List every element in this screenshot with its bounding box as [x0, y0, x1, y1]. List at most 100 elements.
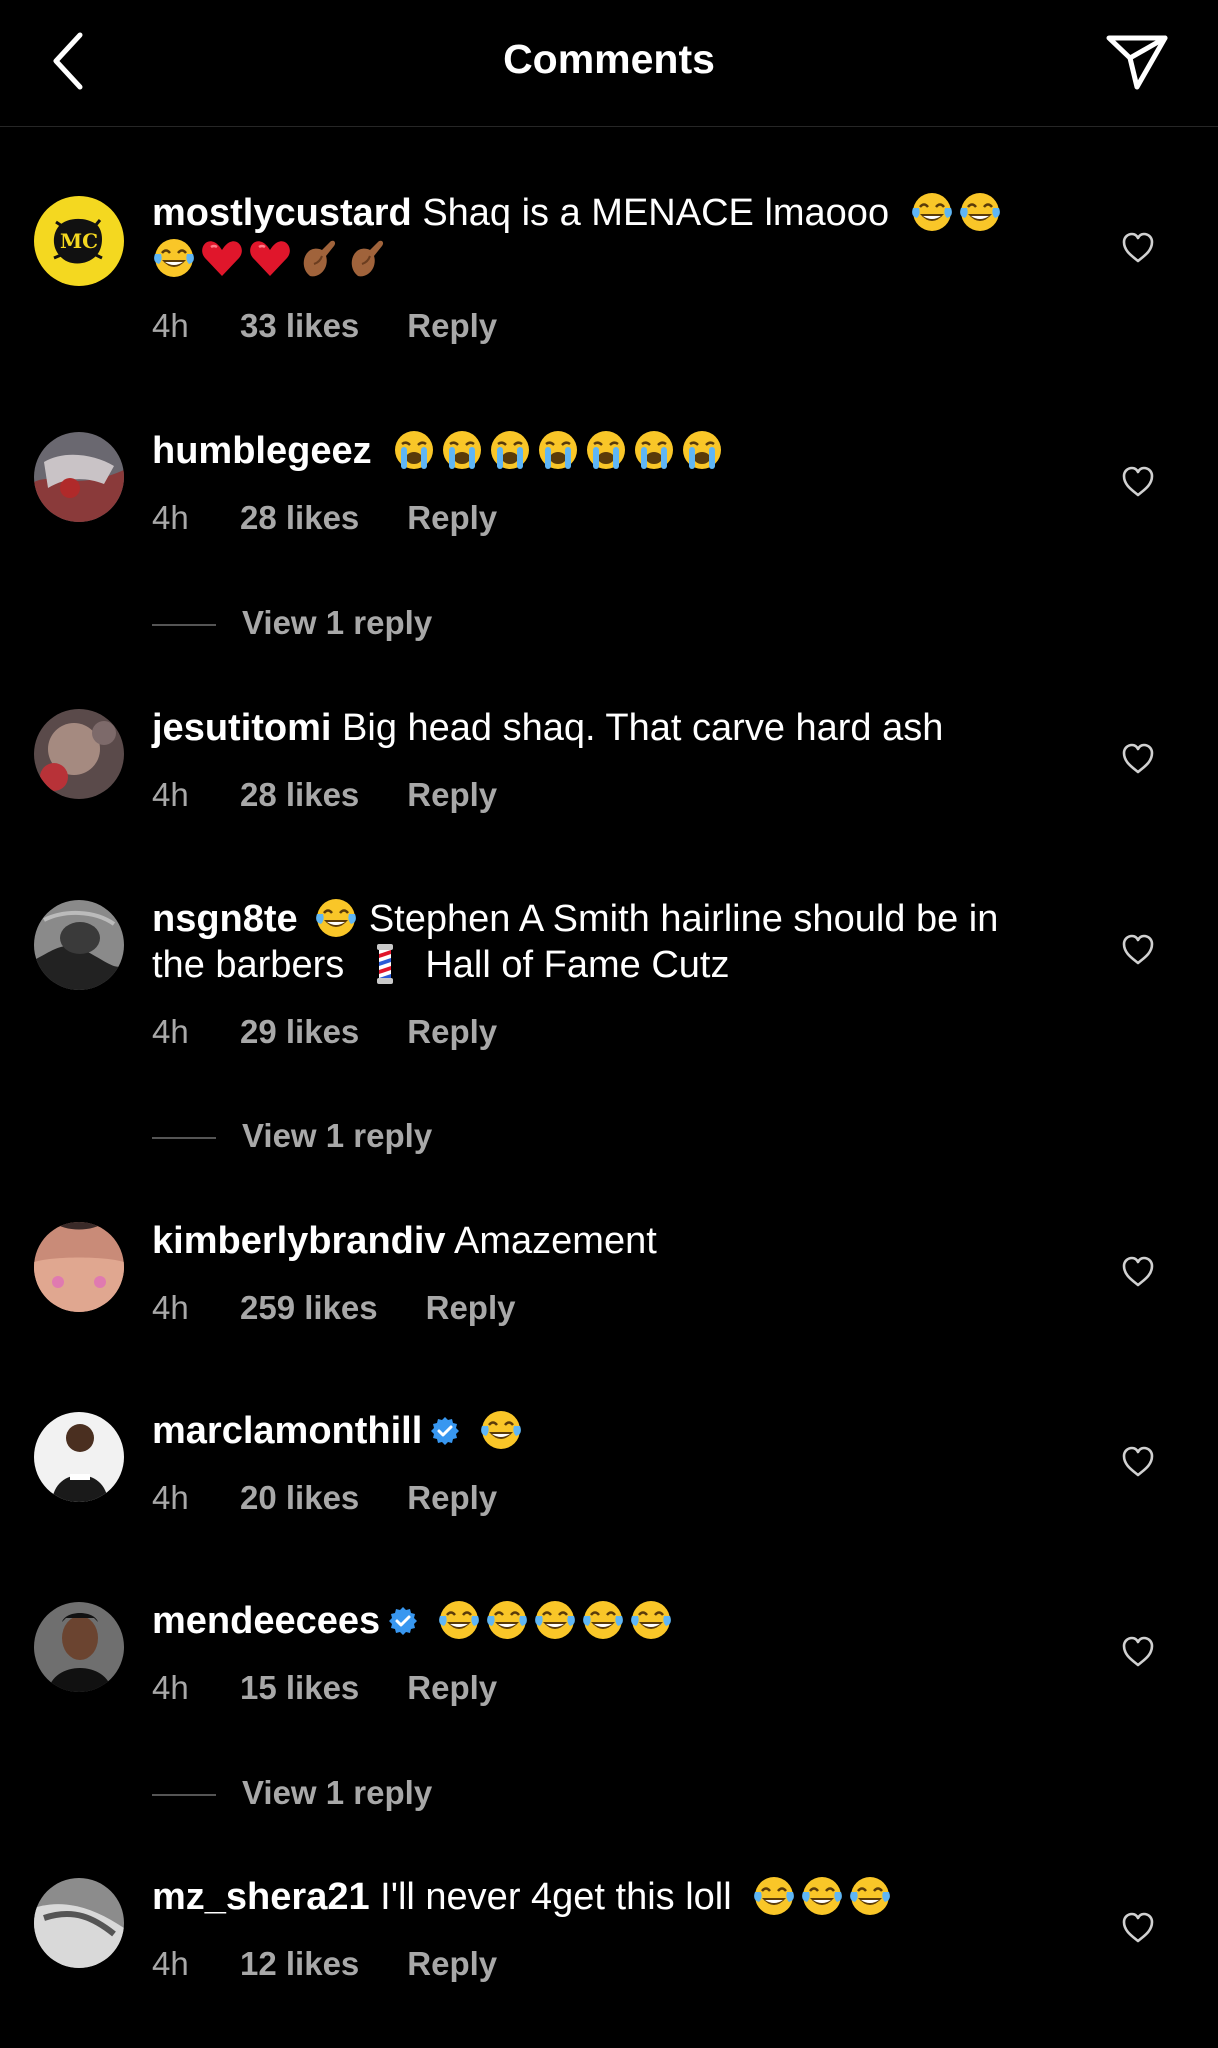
loudly-crying-emoji-icon	[680, 428, 724, 472]
comment-text: mostlycustard Shaq is a MENACE lmaooo	[152, 190, 1052, 282]
comment-meta: 4h 259 likes Reply	[152, 1288, 516, 1328]
comment-item: nsgn8te Stephen A Smith hairline should …	[0, 896, 1218, 1156]
comment-body-continued: Hall of Fame Cutz	[425, 944, 730, 986]
comment-username[interactable]: nsgn8te	[152, 898, 298, 940]
comment-body: Shaq is a MENACE lmaooo	[422, 192, 890, 234]
comment-time: 4h	[152, 1669, 189, 1706]
comment-item: humblegeez 4h 28 likes Reply View 1 reply	[0, 428, 1218, 648]
reply-button[interactable]: Reply	[407, 1012, 497, 1052]
comment-time: 4h	[152, 1945, 189, 1982]
comment-item: marclamonthill 4h 20 likes Reply	[0, 1408, 1218, 1548]
loudly-crying-emoji-icon	[584, 428, 628, 472]
heart-icon[interactable]	[1118, 1632, 1158, 1672]
comment-likes[interactable]: 28 likes	[240, 498, 359, 538]
comment-body: Big head shaq. That carve hard ash	[342, 707, 944, 749]
comment-meta: 4h 28 likes Reply	[152, 498, 497, 538]
comment-username[interactable]: humblegeez	[152, 430, 372, 472]
comment-text: mendeecees	[152, 1598, 1052, 1644]
replies-divider	[152, 624, 216, 627]
comment-username[interactable]: mz_shera21	[152, 1876, 370, 1918]
loudly-crying-emoji-icon	[488, 428, 532, 472]
joy-emoji-icon	[581, 1598, 625, 1642]
comment-username[interactable]: mendeecees	[152, 1600, 380, 1642]
avatar[interactable]	[34, 709, 124, 799]
comment-meta: 4h 33 likes Reply	[152, 306, 497, 346]
comment-likes[interactable]: 28 likes	[240, 775, 359, 815]
avatar[interactable]	[34, 1602, 124, 1692]
loudly-crying-emoji-icon	[632, 428, 676, 472]
heart-icon[interactable]	[1118, 1442, 1158, 1482]
comment-meta: 4h 20 likes Reply	[152, 1478, 497, 1518]
pinching-hand-emoji-icon	[344, 236, 388, 280]
comment-meta: 4h 12 likes Reply	[152, 1944, 497, 1984]
verified-badge-icon	[430, 1416, 460, 1446]
reply-button[interactable]: Reply	[407, 775, 497, 815]
comment-username[interactable]: kimberlybrandiv	[152, 1220, 446, 1262]
comment-text: nsgn8te Stephen A Smith hairline should …	[152, 896, 1052, 988]
avatar[interactable]	[34, 432, 124, 522]
comment-item: mendeecees 4h 15 likes Reply View 1 reply	[0, 1598, 1218, 1818]
comment-likes[interactable]: 15 likes	[240, 1668, 359, 1708]
heart-icon[interactable]	[1118, 739, 1158, 779]
comment-username[interactable]: jesutitomi	[152, 707, 331, 749]
view-replies-button[interactable]: View 1 reply	[152, 603, 432, 643]
joy-emoji-icon	[485, 1598, 529, 1642]
reply-button[interactable]: Reply	[407, 1478, 497, 1518]
comment-body: I'll never 4get this loll	[380, 1876, 732, 1918]
joy-emoji-icon	[910, 190, 954, 234]
comment-time: 4h	[152, 499, 189, 536]
heart-icon[interactable]	[1118, 930, 1158, 970]
joy-emoji-icon	[958, 190, 1002, 234]
reply-button[interactable]: Reply	[407, 1944, 497, 1984]
page-title: Comments	[503, 36, 715, 82]
comment-text: kimberlybrandiv Amazement	[152, 1218, 1052, 1264]
heart-icon[interactable]	[1118, 1252, 1158, 1292]
comment-likes[interactable]: 33 likes	[240, 306, 359, 346]
heart-icon[interactable]	[1118, 1908, 1158, 1948]
comment-likes[interactable]: 259 likes	[240, 1288, 378, 1328]
heart-icon[interactable]	[1118, 228, 1158, 268]
comment-text: humblegeez	[152, 428, 1052, 474]
view-replies-button[interactable]: View 1 reply	[152, 1116, 432, 1156]
pinching-hand-emoji-icon	[296, 236, 340, 280]
replies-divider	[152, 1794, 216, 1797]
reply-button[interactable]: Reply	[407, 306, 497, 346]
comment-item: mz_shera21 I'll never 4get this loll 4h 1…	[0, 1874, 1218, 2014]
comment-time: 4h	[152, 1289, 189, 1326]
comment-time: 4h	[152, 307, 189, 344]
reply-button[interactable]: Reply	[426, 1288, 516, 1328]
share-button[interactable]	[1098, 26, 1176, 98]
comment-likes[interactable]: 20 likes	[240, 1478, 359, 1518]
comment-meta: 4h 29 likes Reply	[152, 1012, 497, 1052]
comment-item: kimberlybrandiv Amazement 4h 259 likes Rep…	[0, 1218, 1218, 1358]
comment-text: mz_shera21 I'll never 4get this loll	[152, 1874, 1052, 1920]
joy-emoji-icon	[848, 1874, 892, 1918]
heart-icon[interactable]	[1118, 462, 1158, 502]
comment-username[interactable]: marclamonthill	[152, 1410, 422, 1452]
avatar[interactable]: MC	[34, 196, 124, 286]
reply-button[interactable]: Reply	[407, 498, 497, 538]
reply-button[interactable]: Reply	[407, 1668, 497, 1708]
joy-emoji-icon	[479, 1408, 523, 1452]
avatar[interactable]	[34, 900, 124, 990]
replies-divider	[152, 1137, 216, 1140]
comment-likes[interactable]: 29 likes	[240, 1012, 359, 1052]
comment-username[interactable]: mostlycustard	[152, 192, 412, 234]
comment-meta: 4h 15 likes Reply	[152, 1668, 497, 1708]
joy-emoji-icon	[629, 1598, 673, 1642]
top-bar: Comments	[0, 0, 1218, 127]
joy-emoji-icon	[437, 1598, 481, 1642]
avatar[interactable]	[34, 1878, 124, 1968]
comment-item: jesutitomi Big head shaq. That carve har…	[0, 705, 1218, 845]
comment-likes[interactable]: 12 likes	[240, 1944, 359, 1984]
joy-emoji-icon	[800, 1874, 844, 1918]
view-replies-label: View 1 reply	[242, 1117, 433, 1154]
barber-pole-emoji-icon	[363, 942, 407, 986]
avatar[interactable]	[34, 1412, 124, 1502]
view-replies-button[interactable]: View 1 reply	[152, 1773, 432, 1813]
joy-emoji-icon	[314, 896, 358, 940]
red-heart-emoji-icon	[200, 236, 244, 280]
joy-emoji-icon	[752, 1874, 796, 1918]
avatar[interactable]	[34, 1222, 124, 1312]
red-heart-emoji-icon	[248, 236, 292, 280]
